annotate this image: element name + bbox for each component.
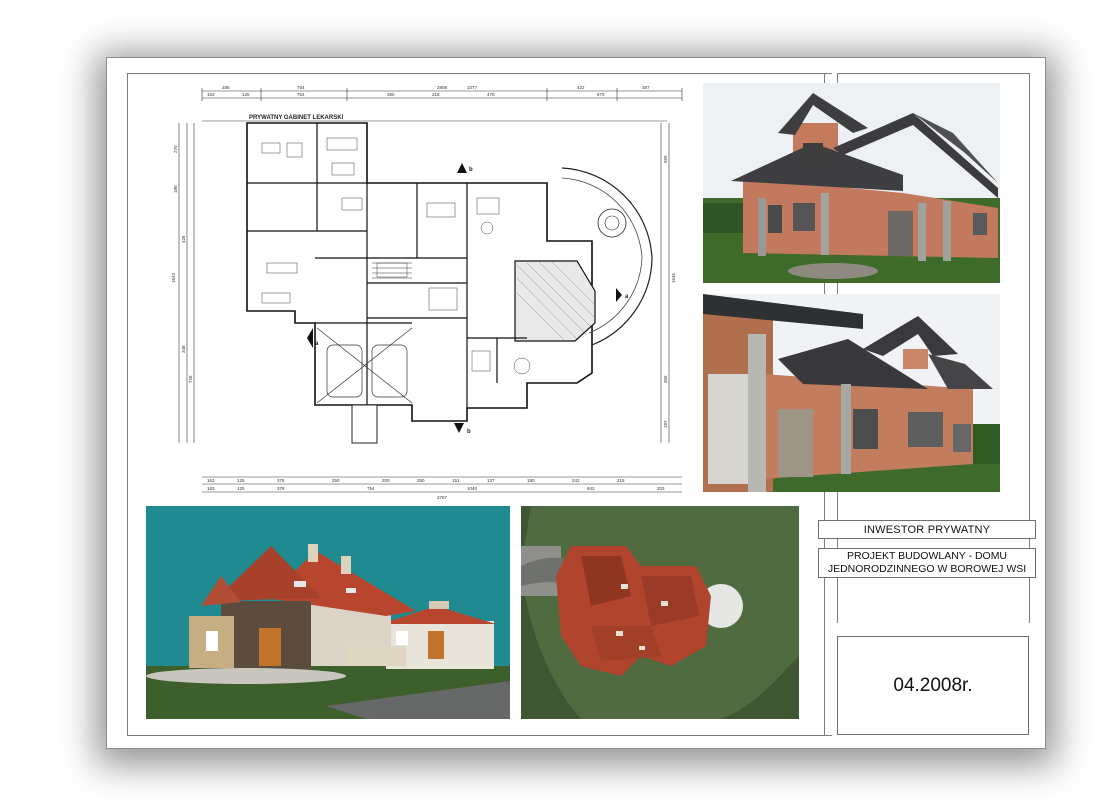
dim-top-2: 754 <box>297 85 305 90</box>
dim-left-5: 348 <box>181 345 186 353</box>
dim-top2-7: 870 <box>597 92 605 97</box>
project-date: 04.2008r. <box>893 674 973 696</box>
dim-left-2: 180 <box>173 185 178 193</box>
section-mark-b-top: b <box>469 167 473 173</box>
dim-right-1: 569 <box>663 155 668 163</box>
investor-label: INWESTOR PRYWATNY <box>818 520 1036 539</box>
dim-bottom2-7: 203 <box>657 486 665 491</box>
dim-bottom-8: 137 <box>487 478 495 483</box>
dim-left-4: 1643 <box>171 272 176 283</box>
dim-bottom-11: 218 <box>617 478 625 483</box>
dim-right-4: 187 <box>663 420 668 428</box>
dim-bottom-9: 180 <box>527 478 535 483</box>
site-photo-side-image <box>703 294 1000 492</box>
dim-top-5: 422 <box>577 85 585 90</box>
dim-top2-5: 218 <box>432 92 440 97</box>
dim-bottom2-2: 125 <box>237 486 245 491</box>
dim-bottom-5: 200 <box>382 478 390 483</box>
dim-top-6: 387 <box>642 85 650 90</box>
investor-text: INWESTOR PRYWATNY <box>863 523 991 536</box>
dim-top2-3: 754 <box>297 92 305 97</box>
site-photo-side <box>703 294 1000 492</box>
floor-plan-drawing: a a b b PRYWATNY GABINET LEKARSKI 286 75… <box>171 85 683 500</box>
frame-bottom-line <box>127 735 832 736</box>
dim-right-3: 365 <box>663 375 668 383</box>
frame-top-line <box>127 73 832 74</box>
dim-bottom-6: 250 <box>417 478 425 483</box>
project-label: PROJEKT BUDOWLANY - DOMU JEDNORODZINNEGO… <box>818 548 1036 578</box>
section-mark-a-right: a <box>625 294 629 300</box>
frame-top-line-right <box>837 73 1030 74</box>
frame-right-line <box>1029 73 1030 623</box>
site-plan-top-view <box>521 506 799 719</box>
dim-right-2: 1645 <box>671 272 676 283</box>
dim-top-4: 1077 <box>467 85 478 90</box>
dim-top-1: 286 <box>222 85 230 90</box>
frame-left-line <box>127 73 128 735</box>
section-mark-b-bottom: b <box>467 429 471 435</box>
project-line-2: JEDNORODZINNEGO W BOROWEJ WSI <box>827 563 1027 575</box>
dim-bottom-2: 125 <box>237 478 245 483</box>
dim-bottom-7: 151 <box>452 478 460 483</box>
dim-bottom-3: 378 <box>277 478 285 483</box>
dim-bottom2-1: 163 <box>207 486 215 491</box>
plan-room-label: PRYWATNY GABINET LEKARSKI <box>249 115 344 121</box>
dim-left-6: 726 <box>188 375 193 383</box>
dim-bottom2-5: 1040 <box>467 486 478 491</box>
project-line-1: PROJEKT BUDOWLANY - DOMU <box>846 550 1008 562</box>
dim-left-1: 270 <box>173 145 178 153</box>
date-box: 04.2008r. <box>837 636 1029 735</box>
dim-bottom2-6: 842 <box>587 486 595 491</box>
dim-top2-1: 163 <box>207 92 215 97</box>
drawing-sheet: a a b b PRYWATNY GABINET LEKARSKI 286 75… <box>106 57 1046 749</box>
dim-bottom-10: 242 <box>572 478 580 483</box>
house-render-3d <box>146 506 510 719</box>
dim-left-3: 426 <box>181 235 186 243</box>
dim-bottom-1: 163 <box>207 478 215 483</box>
dim-top2-4: 360 <box>387 92 395 97</box>
dim-bottom2-4: 754 <box>367 486 375 491</box>
dim-bottom2-3: 378 <box>277 486 285 491</box>
house-render-image <box>146 506 510 719</box>
dim-top2-2: 125 <box>242 92 250 97</box>
site-plan-image <box>521 506 799 719</box>
dim-bottom-4: 250 <box>332 478 340 483</box>
dim-top-3: 2808 <box>437 85 448 90</box>
dim-top2-6: 470 <box>487 92 495 97</box>
site-photo-front <box>703 83 1000 283</box>
floor-plan: a a b b PRYWATNY GABINET LEKARSKI 286 75… <box>167 83 687 503</box>
dim-bottom-total: 2787 <box>437 495 448 500</box>
site-photo-front-image <box>703 83 1000 283</box>
